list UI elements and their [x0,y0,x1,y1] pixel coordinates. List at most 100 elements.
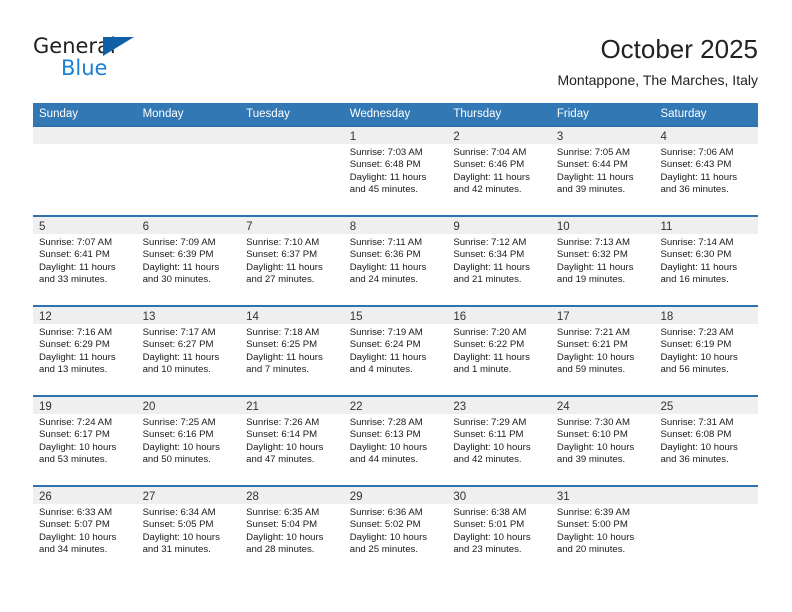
day-cell[interactable]: 4 Sunrise: 7:06 AM Sunset: 6:43 PM Dayli… [654,127,759,215]
day-cell[interactable]: 23 Sunrise: 7:29 AM Sunset: 6:11 PM Dayl… [447,397,551,485]
day-number-band: 3 [550,127,655,144]
day-info: Sunrise: 6:34 AM Sunset: 5:05 PM Dayligh… [137,504,241,557]
general-blue-logo[interactable]: General Blue [33,34,253,86]
daylight-text: Daylight: 11 hours and 19 minutes. [556,261,634,286]
sunset-text: Sunset: 6:21 PM [556,339,628,351]
day-cell[interactable]: 25 Sunrise: 7:31 AM Sunset: 6:08 PM Dayl… [654,397,759,485]
day-cell[interactable]: 3 Sunrise: 7:05 AM Sunset: 6:44 PM Dayli… [550,127,655,215]
daylight-text: Daylight: 10 hours and 20 minutes. [556,531,635,556]
day-number: 14 [246,311,259,323]
day-cell[interactable]: 1 Sunrise: 7:03 AM Sunset: 6:48 PM Dayli… [343,127,448,215]
sunset-text: Sunset: 6:22 PM [453,339,525,351]
day-number-band: 15 [343,307,448,324]
daylight-text: Daylight: 11 hours and 45 minutes. [349,171,427,196]
day-cell[interactable]: 20 Sunrise: 7:25 AM Sunset: 6:16 PM Dayl… [136,397,241,485]
sunrise-text: Sunrise: 7:10 AM [246,237,320,248]
day-number: 30 [453,491,467,503]
day-cell[interactable]: 12 Sunrise: 7:16 AM Sunset: 6:29 PM Dayl… [33,307,137,395]
week-row: 5 Sunrise: 7:07 AM Sunset: 6:41 PM Dayli… [33,215,759,305]
day-cell[interactable]: 6 Sunrise: 7:09 AM Sunset: 6:39 PM Dayli… [136,217,241,305]
day-cell[interactable]: 15 Sunrise: 7:19 AM Sunset: 6:24 PM Dayl… [343,307,448,395]
day-number: 6 [142,221,149,233]
day-cell[interactable]: 27 Sunrise: 6:34 AM Sunset: 5:05 PM Dayl… [136,487,241,575]
day-cell [136,127,241,215]
daylight-text: Daylight: 11 hours and 13 minutes. [39,351,116,376]
day-cell[interactable]: 13 Sunrise: 7:17 AM Sunset: 6:27 PM Dayl… [136,307,241,395]
sunrise-text: Sunrise: 7:30 AM [556,417,630,428]
day-number: 7 [246,221,253,233]
daylight-text: Daylight: 10 hours and 28 minutes. [246,531,324,556]
day-cell[interactable]: 29 Sunrise: 6:36 AM Sunset: 5:02 PM Dayl… [343,487,448,575]
daylight-text: Daylight: 10 hours and 56 minutes. [660,351,738,376]
day-number: 19 [39,401,52,413]
day-info: Sunrise: 7:17 AM Sunset: 6:27 PM Dayligh… [137,324,241,377]
day-info: Sunrise: 7:11 AM Sunset: 6:36 PM Dayligh… [344,234,448,287]
day-info: Sunrise: 6:38 AM Sunset: 5:01 PM Dayligh… [447,504,551,557]
day-number: 18 [660,311,674,323]
weekday-wednesday: Wednesday [349,108,411,120]
daylight-text: Daylight: 10 hours and 44 minutes. [349,441,428,466]
day-number-band: 21 [240,397,344,414]
day-cell[interactable]: 10 Sunrise: 7:13 AM Sunset: 6:32 PM Dayl… [550,217,655,305]
sunrise-text: Sunrise: 7:17 AM [142,327,216,338]
day-cell[interactable]: 11 Sunrise: 7:14 AM Sunset: 6:30 PM Dayl… [654,217,759,305]
day-number-band: 1 [343,127,448,144]
weekday-thursday: Thursday [453,108,502,120]
day-info: Sunrise: 6:36 AM Sunset: 5:02 PM Dayligh… [344,504,448,557]
day-cell[interactable]: 21 Sunrise: 7:26 AM Sunset: 6:14 PM Dayl… [240,397,344,485]
sunrise-text: Sunrise: 7:16 AM [39,327,113,338]
day-number: 17 [556,311,570,323]
day-number: 5 [39,221,46,233]
daylight-text: Daylight: 10 hours and 23 minutes. [453,531,531,556]
day-info: Sunrise: 6:35 AM Sunset: 5:04 PM Dayligh… [240,504,344,557]
day-cell[interactable]: 28 Sunrise: 6:35 AM Sunset: 5:04 PM Dayl… [240,487,344,575]
title-block: October 2025 Montappone, The Marches, It… [557,33,758,89]
day-cell[interactable]: 17 Sunrise: 7:21 AM Sunset: 6:21 PM Dayl… [550,307,655,395]
daylight-text: Daylight: 11 hours and 42 minutes. [453,171,530,196]
sunset-text: Sunset: 6:27 PM [142,339,214,351]
day-cell[interactable]: 14 Sunrise: 7:18 AM Sunset: 6:25 PM Dayl… [240,307,344,395]
page-title: October 2025 [600,34,758,64]
sunrise-text: Sunrise: 7:13 AM [556,237,630,248]
day-cell[interactable]: 19 Sunrise: 7:24 AM Sunset: 6:17 PM Dayl… [33,397,137,485]
week-row: 12 Sunrise: 7:16 AM Sunset: 6:29 PM Dayl… [33,305,759,395]
day-cell [240,127,344,215]
day-number: 22 [349,401,363,413]
sunrise-text: Sunrise: 6:34 AM [142,507,216,518]
sunrise-text: Sunrise: 7:07 AM [39,237,113,248]
logo-text-blue: Blue [61,56,108,80]
daylight-text: Daylight: 11 hours and 33 minutes. [39,261,116,286]
day-cell[interactable]: 26 Sunrise: 6:33 AM Sunset: 5:07 PM Dayl… [33,487,137,575]
day-cell[interactable]: 9 Sunrise: 7:12 AM Sunset: 6:34 PM Dayli… [447,217,551,305]
day-cell[interactable]: 16 Sunrise: 7:20 AM Sunset: 6:22 PM Dayl… [447,307,551,395]
week-row: 19 Sunrise: 7:24 AM Sunset: 6:17 PM Dayl… [33,395,759,485]
day-number: 29 [349,491,363,503]
day-number: 24 [556,401,570,413]
day-cell[interactable]: 8 Sunrise: 7:11 AM Sunset: 6:36 PM Dayli… [343,217,448,305]
day-cell[interactable]: 18 Sunrise: 7:23 AM Sunset: 6:19 PM Dayl… [654,307,759,395]
day-number: 27 [142,491,156,503]
daylight-text: Daylight: 11 hours and 10 minutes. [142,351,220,376]
sunrise-text: Sunrise: 7:19 AM [349,327,423,338]
day-cell[interactable]: 7 Sunrise: 7:10 AM Sunset: 6:37 PM Dayli… [240,217,344,305]
sunset-text: Sunset: 6:08 PM [660,429,732,441]
day-cell[interactable]: 5 Sunrise: 7:07 AM Sunset: 6:41 PM Dayli… [33,217,137,305]
day-cell[interactable]: 31 Sunrise: 6:39 AM Sunset: 5:00 PM Dayl… [550,487,655,575]
day-cell[interactable]: 24 Sunrise: 7:30 AM Sunset: 6:10 PM Dayl… [550,397,655,485]
weekday-friday: Friday [556,108,589,120]
day-cell[interactable]: 2 Sunrise: 7:04 AM Sunset: 6:46 PM Dayli… [447,127,551,215]
day-info: Sunrise: 7:09 AM Sunset: 6:39 PM Dayligh… [137,234,241,287]
day-number: 3 [556,131,564,143]
daylight-text: Daylight: 10 hours and 34 minutes. [39,531,117,556]
day-cell[interactable]: 30 Sunrise: 6:38 AM Sunset: 5:01 PM Dayl… [447,487,551,575]
day-cell[interactable]: 22 Sunrise: 7:28 AM Sunset: 6:13 PM Dayl… [343,397,448,485]
sunrise-text: Sunrise: 7:18 AM [246,327,320,338]
daylight-text: Daylight: 11 hours and 7 minutes. [246,351,323,376]
sunset-text: Sunset: 6:17 PM [39,429,110,441]
week-row: 26 Sunrise: 6:33 AM Sunset: 5:07 PM Dayl… [33,485,759,575]
sunrise-text: Sunrise: 7:25 AM [142,417,216,428]
day-number-band: 8 [343,217,448,234]
day-info: Sunrise: 7:14 AM Sunset: 6:30 PM Dayligh… [654,234,758,287]
sunset-text: Sunset: 6:11 PM [453,429,524,441]
day-info: Sunrise: 7:29 AM Sunset: 6:11 PM Dayligh… [447,414,551,467]
